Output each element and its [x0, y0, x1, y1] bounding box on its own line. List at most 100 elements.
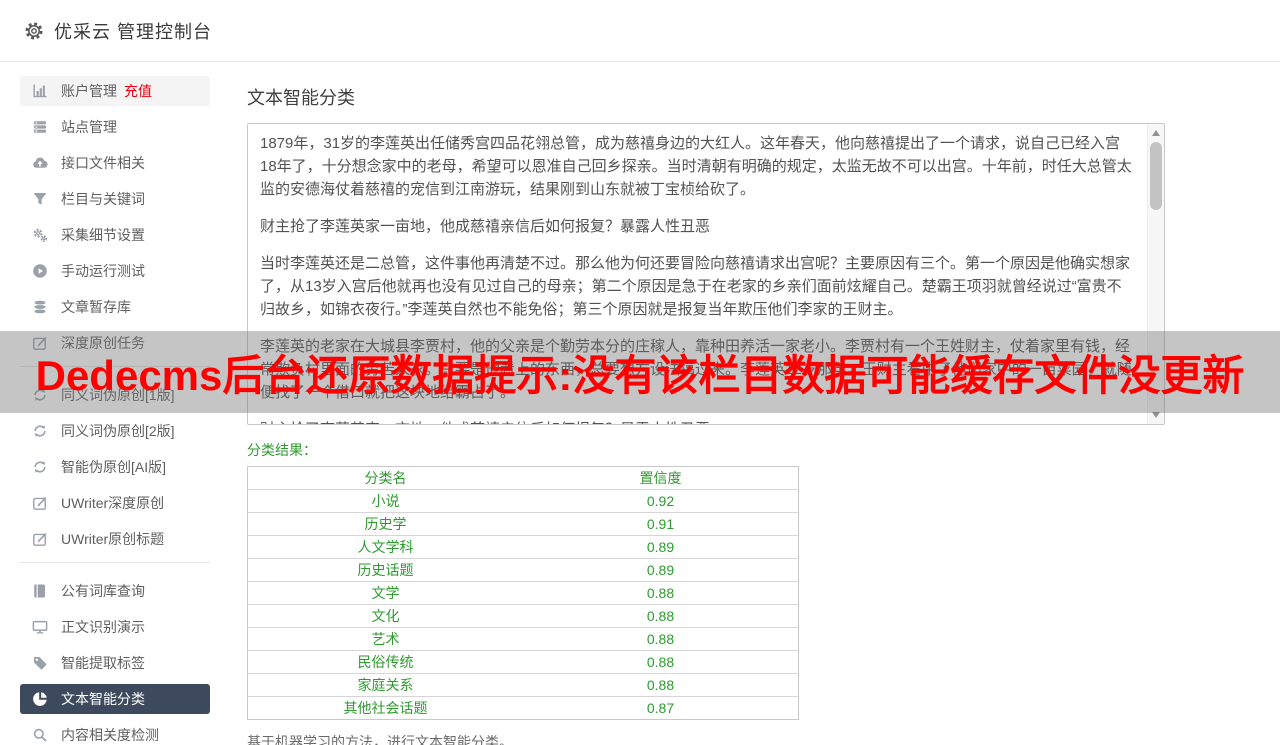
cloud-upload-icon: [32, 155, 48, 171]
confidence-cell: 0.88: [523, 650, 799, 674]
edit-square-icon: [32, 335, 48, 351]
sidebar-item-label: 深度原创任务: [61, 335, 145, 351]
article-textarea[interactable]: 1879年，31岁的李莲英出任储秀宫四品花翎总管，成为慈禧身边的大红人。这年春天…: [248, 124, 1147, 424]
sidebar-item-sites[interactable]: 站点管理: [20, 112, 210, 142]
category-header: 分类名: [247, 466, 523, 490]
category-cell: 其他社会话题: [343, 700, 428, 716]
confidence-cell: 0.88: [523, 604, 799, 628]
sidebar-item-label: 采集细节设置: [61, 227, 145, 243]
sidebar-item-label: 账户管理: [61, 83, 117, 99]
confidence-cell: 0.92: [523, 489, 799, 513]
scroll-down-arrow-icon[interactable]: [1152, 412, 1160, 418]
sidebar-item-label: 智能提取标签: [61, 655, 145, 671]
article-textbox[interactable]: 1879年，31岁的李莲英出任储秀宫四品花翎总管，成为慈禧身边的大红人。这年春天…: [247, 123, 1165, 425]
textarea-scrollbar[interactable]: [1147, 124, 1164, 424]
category-cell: 小说: [247, 489, 523, 513]
sidebar-item-smart-tags[interactable]: 智能提取标签: [20, 648, 210, 678]
main-content: 文本智能分类 1879年，31岁的李莲英出任储秀宫四品花翎总管，成为慈禧身边的大…: [230, 62, 1280, 745]
confidence-cell: 0.89: [523, 558, 799, 582]
sidebar-item-collection-settings[interactable]: 采集细节设置: [20, 220, 210, 250]
sidebar-item-label: 站点管理: [61, 119, 117, 135]
refresh-icon: [32, 459, 48, 475]
magnifier-icon: [32, 727, 48, 743]
sidebar-item-public-thesaurus[interactable]: 公有词库查询: [20, 576, 210, 606]
gear-icon: [24, 21, 44, 41]
app-title: 优采云 管理控制台: [54, 21, 213, 42]
edit-square-icon: [32, 495, 48, 511]
table-row: 人文学科 0.89: [247, 535, 799, 559]
app-header: 优采云 管理控制台: [0, 0, 1280, 62]
article-paragraph: 1879年，31岁的李莲英出任储秀宫四品花翎总管，成为慈禧身边的大红人。这年春天…: [260, 135, 1132, 198]
results-label: 分类结果：: [247, 442, 317, 458]
sidebar: 账户管理 充值 站点管理 接口文件相关 栏目与关键词 采集细节设置 手动运行测试…: [0, 62, 230, 745]
sidebar-item-ai-rewrite[interactable]: 智能伪原创[AI版]: [20, 452, 210, 482]
footnote: 基于机器学习的方法，进行文本智能分类。: [247, 734, 513, 745]
table-row: 历史话题 0.89: [247, 558, 799, 582]
scroll-up-arrow-icon[interactable]: [1152, 130, 1160, 136]
category-cell: 民俗传统: [247, 650, 523, 674]
monitor-icon: [32, 619, 48, 635]
page: 优采云 管理控制台 账户管理 充值 站点管理 接口文件相关 栏目与关键词 采集细…: [0, 0, 1280, 745]
sidebar-item-interface-files[interactable]: 接口文件相关: [20, 148, 210, 178]
sidebar-item-text-classification[interactable]: 文本智能分类: [20, 684, 210, 714]
category-cell: 艺术: [247, 627, 523, 651]
sidebar-item-deep-original-task[interactable]: 深度原创任务: [20, 328, 210, 358]
category-cell: 家庭关系: [247, 673, 523, 697]
category-cell: 历史话题: [247, 558, 523, 582]
table-header-row: 分类名 置信度: [247, 466, 799, 490]
funnel-icon: [32, 191, 48, 207]
confidence-cell: 0.91: [523, 512, 799, 536]
scrollbar-thumb[interactable]: [1150, 142, 1162, 210]
sidebar-item-content-recognition-demo[interactable]: 正文识别演示: [20, 612, 210, 642]
table-row: 家庭关系 0.88: [247, 673, 799, 697]
table-row: 民俗传统 0.88: [247, 650, 799, 674]
sidebar-item-article-buffer[interactable]: 文章暂存库: [20, 292, 210, 322]
server-list-icon: [32, 119, 48, 135]
confidence-cell: 0.88: [523, 673, 799, 697]
sidebar-item-synonym-rewrite-2[interactable]: 同义词伪原创[2版]: [20, 416, 210, 446]
sidebar-item-label: UWriter原创标题: [61, 531, 165, 547]
confidence-header: 置信度: [523, 466, 799, 490]
sidebar-item-label: 手动运行测试: [61, 263, 145, 279]
sidebar-item-uwriter-deep[interactable]: UWriter深度原创: [20, 488, 210, 518]
category-cell: 人文学科: [247, 535, 523, 559]
table-row: 历史学 0.91: [247, 512, 799, 536]
article-paragraph: 财主抢了李莲英家一亩地，他成慈禧亲信后如何报复？暴露人性丑恶: [260, 418, 1133, 424]
sidebar-item-label: 接口文件相关: [61, 155, 145, 171]
page-title: 文本智能分类: [247, 88, 355, 108]
sidebar-item-label: 公有词库查询: [61, 583, 145, 599]
article-paragraph: 财主抢了李莲英家一亩地，他成慈禧亲信后如何报复？暴露人性丑恶: [260, 218, 711, 235]
table-row: 文化 0.88: [247, 604, 799, 628]
recharge-badge[interactable]: 充值: [124, 81, 152, 101]
play-circle-icon: [32, 263, 48, 279]
refresh-icon: [32, 387, 48, 403]
sidebar-divider: [20, 562, 210, 563]
sidebar-item-label: 栏目与关键词: [61, 191, 145, 207]
confidence-cell: 0.89: [523, 535, 799, 559]
sidebar-item-content-relevance[interactable]: 内容相关度检测: [20, 720, 210, 745]
table-row: 艺术 0.88: [247, 627, 799, 651]
results-table: 分类名 置信度 小说 0.92 历史学 0.91 人文学科 0.89 历史话题 …: [247, 466, 799, 720]
sidebar-item-label: 正文识别演示: [61, 619, 145, 635]
refresh-icon: [32, 423, 48, 439]
confidence-cell: 0.88: [523, 581, 799, 605]
pie-chart-icon: [32, 691, 48, 707]
category-cell: 文学: [247, 581, 523, 605]
tag-icon: [32, 655, 48, 671]
sidebar-item-account[interactable]: 账户管理 充值: [20, 76, 210, 106]
sidebar-item-label: 文章暂存库: [61, 299, 131, 315]
bar-chart-icon: [32, 83, 48, 99]
table-row: 小说 0.92: [247, 489, 799, 513]
sidebar-item-label: 智能伪原创[AI版]: [61, 459, 167, 475]
article-paragraph: 李莲英的老家在大城县李贾村，他的父亲是个勤劳本分的庄稼人，靠种田养活一家老小。李…: [260, 338, 1132, 401]
sidebar-item-columns-keywords[interactable]: 栏目与关键词: [20, 184, 210, 214]
sidebar-item-label: UWriter深度原创: [61, 495, 165, 511]
category-cell: 历史学: [247, 512, 523, 536]
sidebar-item-uwriter-title[interactable]: UWriter原创标题: [20, 524, 210, 554]
sidebar-item-synonym-rewrite-1[interactable]: 同义词伪原创[1版]: [20, 380, 210, 410]
table-row: 其他社会话题 0.87: [248, 697, 799, 720]
sidebar-item-label: 同义词伪原创[2版]: [61, 423, 175, 439]
article-paragraph: 当时李莲英还是二总管，这件事他再清楚不过。那么他为何还要冒险向慈禧请求出宫呢？主…: [260, 255, 1131, 318]
book-icon: [32, 583, 48, 599]
sidebar-item-manual-run[interactable]: 手动运行测试: [20, 256, 210, 286]
